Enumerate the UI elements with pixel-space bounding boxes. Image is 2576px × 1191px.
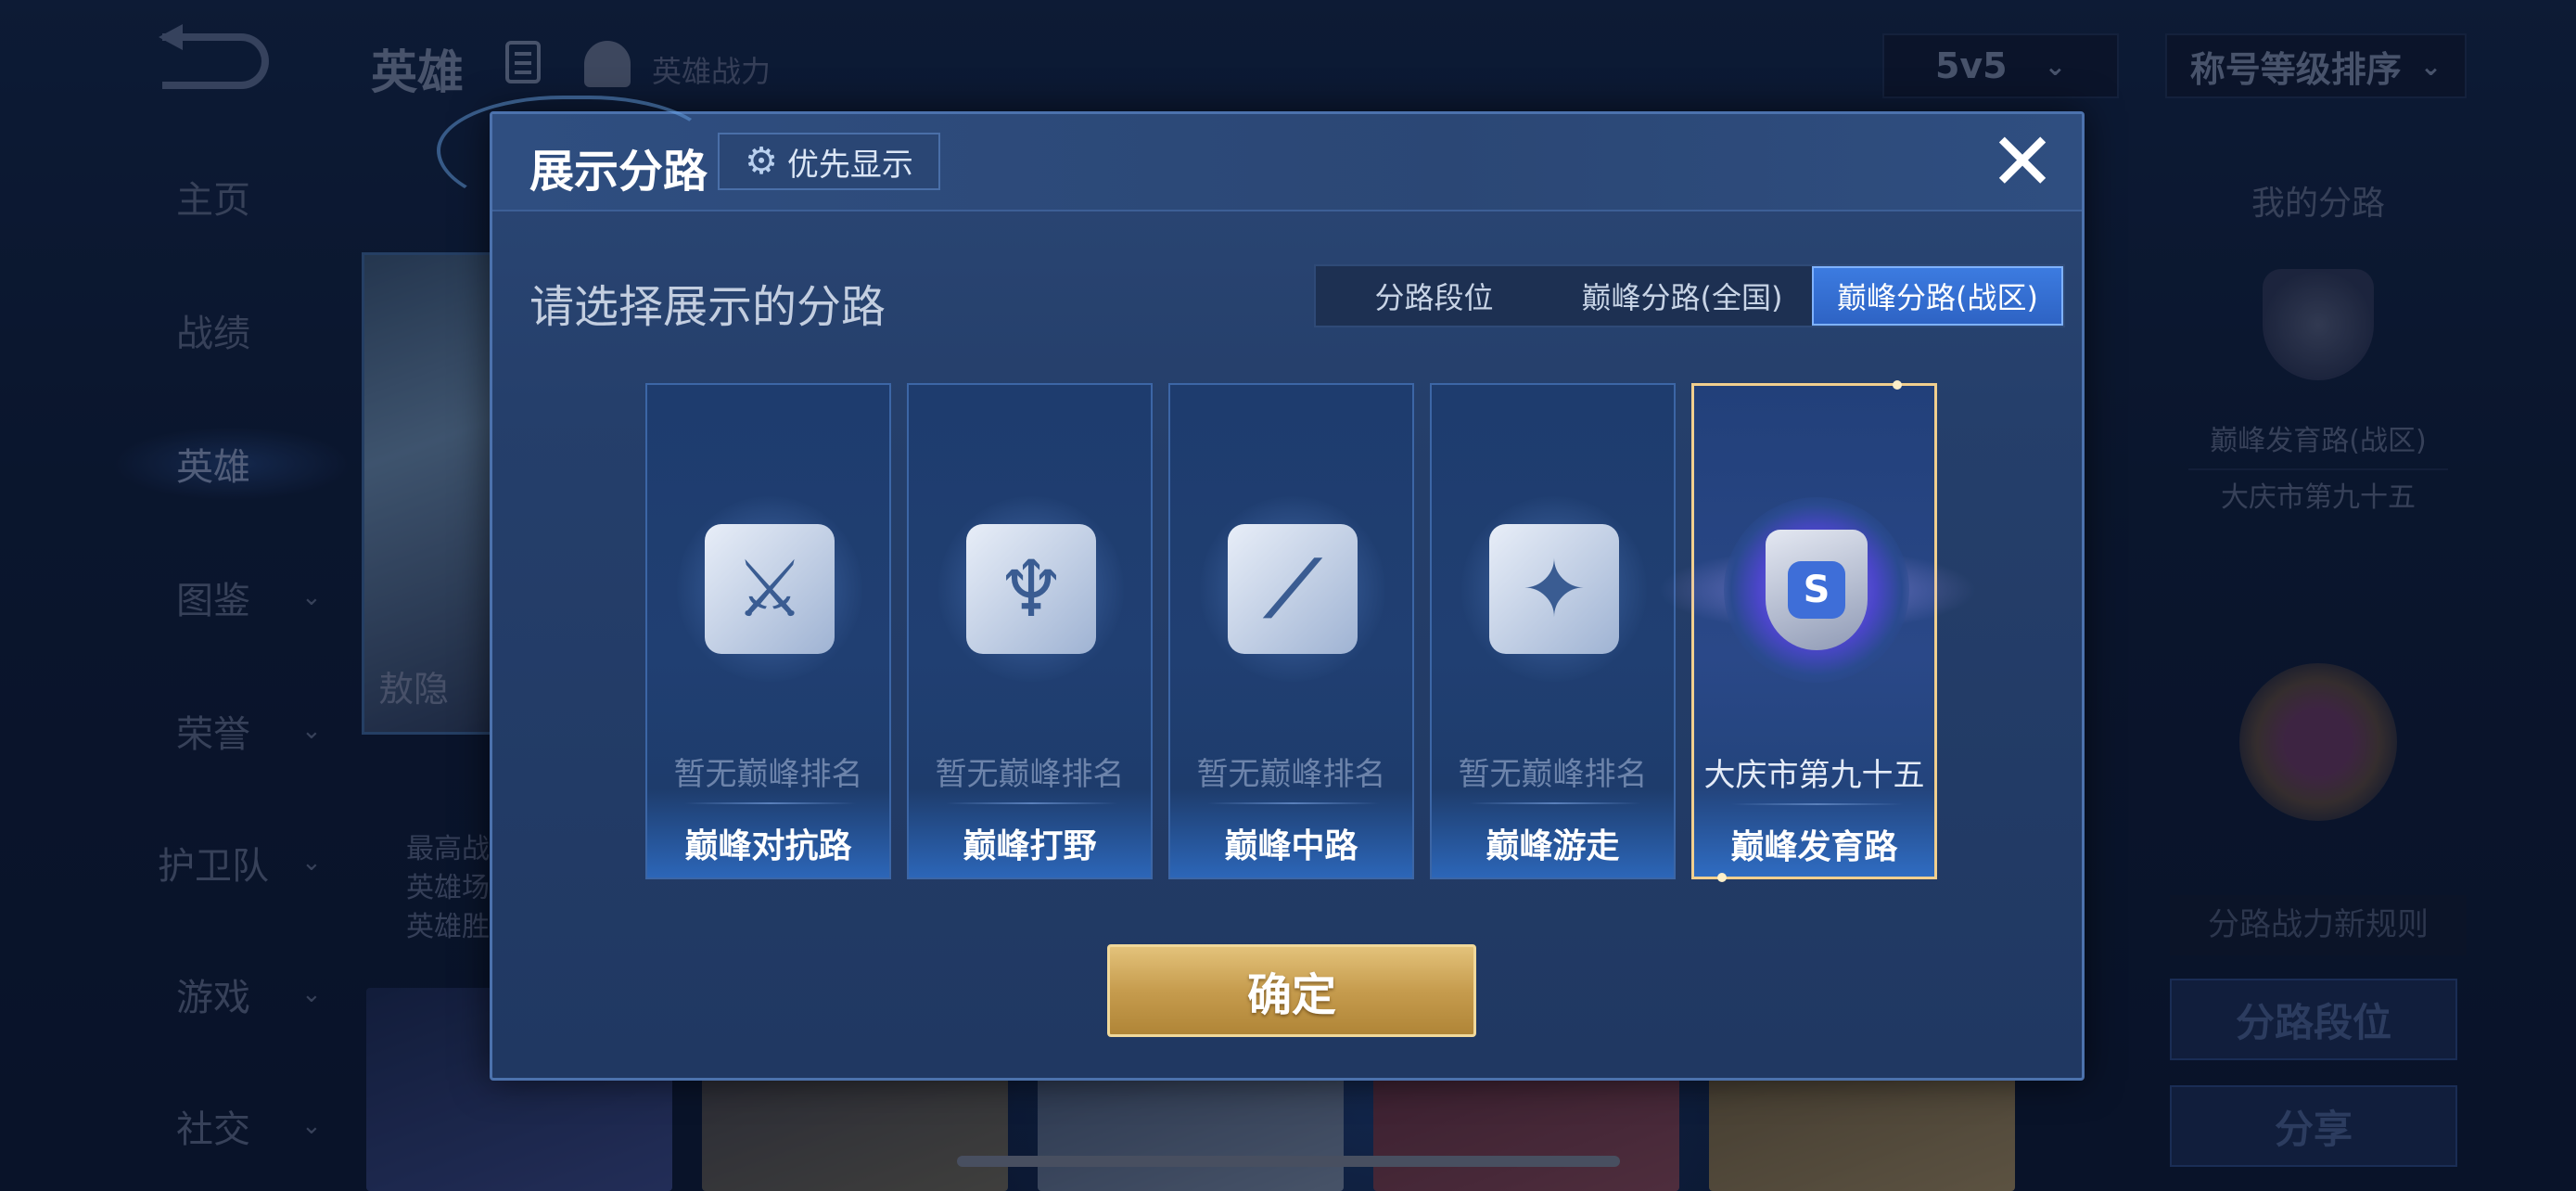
lane-name: 巅峰中路 bbox=[1224, 827, 1358, 865]
close-icon[interactable]: ✕ bbox=[1985, 122, 2060, 202]
lane-rank-text: 暂无巅峰排名 bbox=[1196, 756, 1386, 793]
corner-sparkle bbox=[1717, 873, 1727, 882]
lane-type-tabs: 分路段位 巅峰分路(全国) 巅峰分路(战区) bbox=[1314, 264, 2065, 327]
divider bbox=[1469, 802, 1640, 804]
divider bbox=[1207, 802, 1379, 804]
confirm-button[interactable]: 确定 bbox=[1107, 944, 1476, 1037]
wings-support-icon: ✦ bbox=[1489, 524, 1619, 654]
divider bbox=[946, 802, 1117, 804]
lane-card-jungle[interactable]: ♆ 暂无巅峰排名 巅峰打野 bbox=[907, 383, 1153, 879]
lane-icon-ring: ♆ bbox=[938, 496, 1124, 682]
lane-rank-text: 暂无巅峰排名 bbox=[1458, 756, 1648, 793]
dialog-subtitle: 请选择展示的分路 bbox=[529, 281, 886, 333]
staff-mid-icon: ⟋ bbox=[1228, 524, 1358, 654]
lane-icon-ring: ⟋ bbox=[1200, 496, 1385, 682]
priority-display-button[interactable]: ⚙ 优先显示 bbox=[718, 133, 940, 190]
divider bbox=[684, 802, 856, 804]
lane-icon-ring: ⚔ bbox=[677, 496, 862, 682]
lane-name: 巅峰发育路 bbox=[1730, 828, 1898, 866]
lane-rank-text: 暂无巅峰排名 bbox=[673, 756, 863, 793]
divider bbox=[1731, 803, 1903, 805]
lane-card-support[interactable]: ✦ 暂无巅峰排名 巅峰游走 bbox=[1430, 383, 1676, 879]
lane-icon-ring: S bbox=[1724, 497, 1909, 683]
gear-icon: ⚙ bbox=[745, 140, 778, 183]
lane-icon-ring: ✦ bbox=[1461, 496, 1647, 682]
lane-card-mid[interactable]: ⟋ 暂无巅峰排名 巅峰中路 bbox=[1168, 383, 1414, 879]
lane-display-dialog: 展示分路 ⚙ 优先显示 ✕ 请选择展示的分路 分路段位 巅峰分路(全国) 巅峰分… bbox=[437, 96, 2085, 1081]
lane-card-farm[interactable]: S 大庆市第九十五 巅峰发育路 bbox=[1657, 380, 1977, 882]
lane-card-top[interactable]: ⚔ 暂无巅峰排名 巅峰对抗路 bbox=[645, 383, 891, 879]
priority-display-label: 优先显示 bbox=[786, 146, 913, 184]
sword-lane-icon: ⚔ bbox=[705, 524, 835, 654]
lane-name: 巅峰对抗路 bbox=[684, 827, 852, 865]
lane-rank-text: 暂无巅峰排名 bbox=[935, 756, 1125, 793]
lane-name: 巅峰打野 bbox=[963, 827, 1097, 865]
dialog-title: 展示分路 bbox=[529, 146, 708, 198]
lane-rank-text: 大庆市第九十五 bbox=[1703, 757, 1925, 794]
dialog-header: 展示分路 ⚙ 优先显示 ✕ bbox=[437, 96, 2082, 216]
tab-peak-national[interactable]: 巅峰分路(全国) bbox=[1552, 266, 1812, 326]
dragon-jungle-icon: ♆ bbox=[966, 524, 1096, 654]
shield-emblem: S bbox=[1788, 561, 1845, 619]
lane-name: 巅峰游走 bbox=[1486, 827, 1620, 865]
winged-shield-icon: S bbox=[1766, 530, 1868, 650]
corner-sparkle bbox=[1893, 380, 1902, 390]
tab-peak-region[interactable]: 巅峰分路(战区) bbox=[1812, 266, 2063, 326]
tab-lane-rank[interactable]: 分路段位 bbox=[1316, 266, 1552, 326]
